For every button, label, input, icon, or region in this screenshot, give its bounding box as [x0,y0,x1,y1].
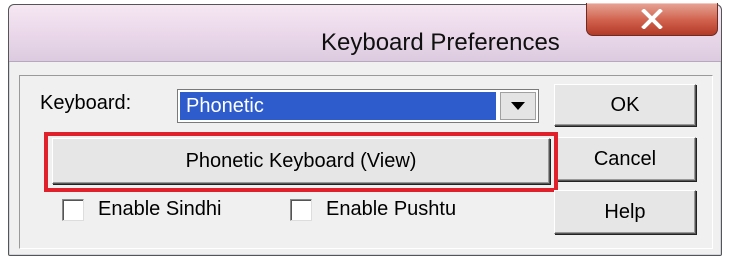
keyboard-select[interactable]: Phonetic [177,89,539,123]
cancel-button[interactable]: Cancel [554,137,696,181]
checkbox-box[interactable] [62,198,84,221]
close-icon [641,9,663,29]
help-button[interactable]: Help [554,190,696,234]
phonetic-keyboard-view-button[interactable]: Phonetic Keyboard (View) [52,138,550,184]
chevron-down-icon [511,97,525,115]
window-title: Keyboard Preferences [321,29,560,56]
title-bar[interactable]: Keyboard Preferences [9,3,721,62]
keyboard-label: Keyboard: [40,92,132,114]
keyboard-select-value: Phonetic [180,92,496,120]
checkbox-label: Enable Sindhi [98,198,222,220]
close-button[interactable] [586,3,718,36]
ok-button[interactable]: OK [554,84,696,126]
checkbox-label: Enable Pushtu [326,198,457,220]
enable-pushtu-checkbox[interactable]: Enable Pushtu [290,198,456,221]
enable-sindhi-checkbox[interactable]: Enable Sindhi [62,198,221,221]
checkbox-box[interactable] [290,198,312,221]
dropdown-button[interactable] [500,92,536,120]
